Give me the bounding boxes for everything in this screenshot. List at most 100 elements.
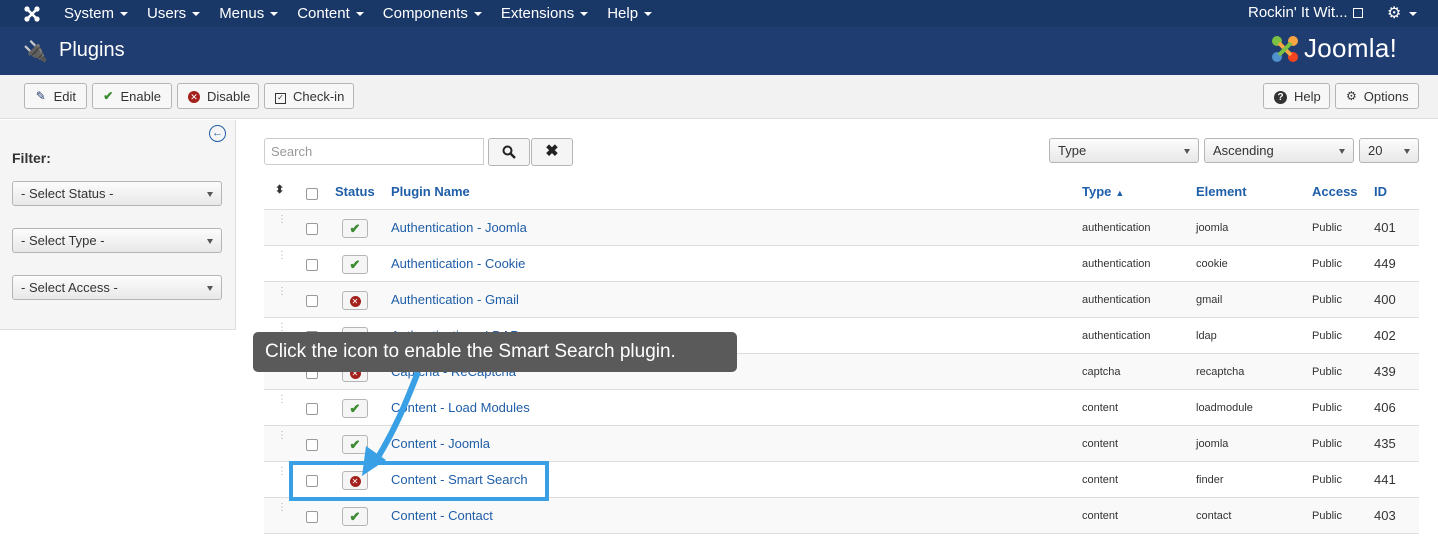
plugin-type: content	[1082, 438, 1119, 450]
external-link-icon	[1352, 8, 1363, 18]
checkin-button[interactable]: ✓ Check-in	[264, 83, 354, 109]
menu-extensions[interactable]: Extensions	[501, 5, 589, 22]
plugin-element: joomla	[1196, 438, 1229, 450]
plugin-access: Public	[1312, 258, 1342, 270]
plugin-name-link[interactable]: Content - Joomla	[391, 436, 490, 451]
joomla-icon[interactable]	[23, 5, 41, 23]
access-filter-select[interactable]: - Select Access -	[12, 275, 222, 300]
enable-plugin-button[interactable]: ✕	[342, 291, 368, 310]
search-icon	[502, 145, 516, 159]
row-checkbox[interactable]	[306, 439, 318, 451]
plugin-id: 449	[1374, 256, 1396, 271]
disable-plugin-button[interactable]: ✔	[342, 435, 368, 454]
disable-button[interactable]: ✕ Disable	[177, 83, 259, 109]
order-by-select[interactable]: Type	[1049, 138, 1199, 163]
plugin-access: Public	[1312, 402, 1342, 414]
plugin-name-link[interactable]: Content - Load Modules	[391, 400, 530, 415]
close-icon: ✖	[545, 143, 559, 160]
help-button[interactable]: ? Help	[1263, 83, 1330, 109]
top-nav-bar: System Users Menus Content Components Ex…	[0, 0, 1438, 27]
drag-handle-icon[interactable]: ⋮	[277, 323, 287, 333]
brand-wordmark: Joomla!	[1304, 33, 1398, 63]
disable-plugin-button[interactable]: ✔	[342, 507, 368, 526]
row-checkbox[interactable]	[306, 511, 318, 523]
drag-handle-icon[interactable]: ⋮	[277, 503, 287, 513]
drag-handle-icon[interactable]: ⋮	[277, 395, 287, 405]
column-plugin-name[interactable]: Plugin Name	[391, 184, 470, 199]
menu-users[interactable]: Users	[147, 5, 201, 22]
joomla-logo-icon	[1272, 35, 1298, 62]
highlight-box	[289, 461, 549, 501]
row-checkbox[interactable]	[306, 223, 318, 235]
user-menu[interactable]: ⚙	[1387, 3, 1418, 23]
select-all-checkbox[interactable]	[306, 188, 318, 200]
chevron-down-icon	[1404, 149, 1410, 154]
disable-plugin-button[interactable]: ✔	[342, 255, 368, 274]
chevron-down-icon	[1184, 149, 1190, 154]
menu-content[interactable]: Content	[297, 5, 364, 22]
drag-handle-icon[interactable]: ⋮	[277, 431, 287, 441]
menu-system[interactable]: System	[64, 5, 129, 22]
page-title: Plugins	[59, 39, 125, 61]
menu-components[interactable]: Components	[383, 5, 482, 22]
search-button[interactable]	[488, 138, 530, 166]
plugin-type: content	[1082, 474, 1119, 486]
drag-handle-icon[interactable]: ⋮	[277, 467, 287, 477]
filter-title: Filter:	[12, 150, 51, 166]
table-header: ⬍ Status Plugin Name Type ▲ Element Acces…	[264, 176, 1419, 210]
options-button[interactable]: ⚙ Options	[1335, 83, 1419, 109]
plugin-element: gmail	[1196, 294, 1223, 306]
plugin-element: contact	[1196, 510, 1232, 522]
status-filter-select[interactable]: - Select Status -	[12, 181, 222, 206]
row-checkbox[interactable]	[306, 295, 318, 307]
plugin-id: 403	[1374, 508, 1396, 523]
plugin-access: Public	[1312, 222, 1342, 234]
drag-handle-icon[interactable]: ⋮	[277, 215, 287, 225]
clear-search-button[interactable]: ✖	[531, 138, 573, 166]
column-type[interactable]: Type ▲	[1082, 184, 1124, 199]
ordering-sort-icon[interactable]: ⬍	[275, 183, 284, 196]
table-row: ⋮ ✔ Content - Contact content contact Public 4…	[264, 498, 1419, 534]
page-header: 🔌 Plugins Joomla!	[0, 27, 1438, 75]
search-input[interactable]: Search	[264, 138, 484, 165]
disable-icon: ✕	[188, 91, 200, 103]
table-row: ⋮ ✔ Content - Joomla content joomla Public 435	[264, 426, 1419, 462]
disabled-icon: ✕	[349, 296, 361, 308]
menu-help[interactable]: Help	[607, 5, 653, 22]
drag-handle-icon[interactable]: ⋮	[277, 251, 287, 261]
plugin-element: finder	[1196, 474, 1224, 486]
gear-icon: ⚙	[1387, 5, 1402, 22]
column-access[interactable]: Access	[1312, 184, 1358, 199]
disable-plugin-button[interactable]: ✔	[342, 219, 368, 238]
plugin-name-link[interactable]: Authentication - Joomla	[391, 220, 527, 235]
plug-icon: 🔌	[23, 41, 48, 63]
check-icon: ✔	[349, 401, 361, 416]
drag-handle-icon[interactable]: ⋮	[277, 287, 287, 297]
column-id[interactable]: ID	[1374, 184, 1387, 199]
edit-button[interactable]: ✎ Edit	[24, 83, 87, 109]
site-link[interactable]: Rockin' It Wit...	[1248, 4, 1363, 21]
collapse-sidebar-icon[interactable]: ←	[209, 125, 226, 142]
disable-plugin-button[interactable]: ✔	[342, 399, 368, 418]
plugin-name-link[interactable]: Content - Contact	[391, 508, 493, 523]
type-filter-select[interactable]: - Select Type -	[12, 228, 222, 253]
plugin-element: joomla	[1196, 222, 1229, 234]
order-direction-select[interactable]: Ascending	[1204, 138, 1354, 163]
plugin-id: 402	[1374, 328, 1396, 343]
plugin-id: 439	[1374, 364, 1396, 379]
plugin-id: 401	[1374, 220, 1396, 235]
row-checkbox[interactable]	[306, 403, 318, 415]
list-limit-select[interactable]: 20	[1359, 138, 1419, 163]
column-element[interactable]: Element	[1196, 184, 1247, 199]
plugin-name-link[interactable]: Authentication - Cookie	[391, 256, 525, 271]
plugin-type: authentication	[1082, 330, 1151, 342]
row-checkbox[interactable]	[306, 259, 318, 271]
plugin-name-link[interactable]: Authentication - Gmail	[391, 292, 519, 307]
menu-menus[interactable]: Menus	[219, 5, 279, 22]
plugin-access: Public	[1312, 474, 1342, 486]
plugin-type: content	[1082, 510, 1119, 522]
column-status[interactable]: Status	[335, 184, 375, 199]
sort-ascending-icon: ▲	[1115, 188, 1125, 198]
gear-icon: ⚙	[1346, 89, 1357, 103]
enable-button[interactable]: ✔ Enable	[92, 83, 172, 109]
